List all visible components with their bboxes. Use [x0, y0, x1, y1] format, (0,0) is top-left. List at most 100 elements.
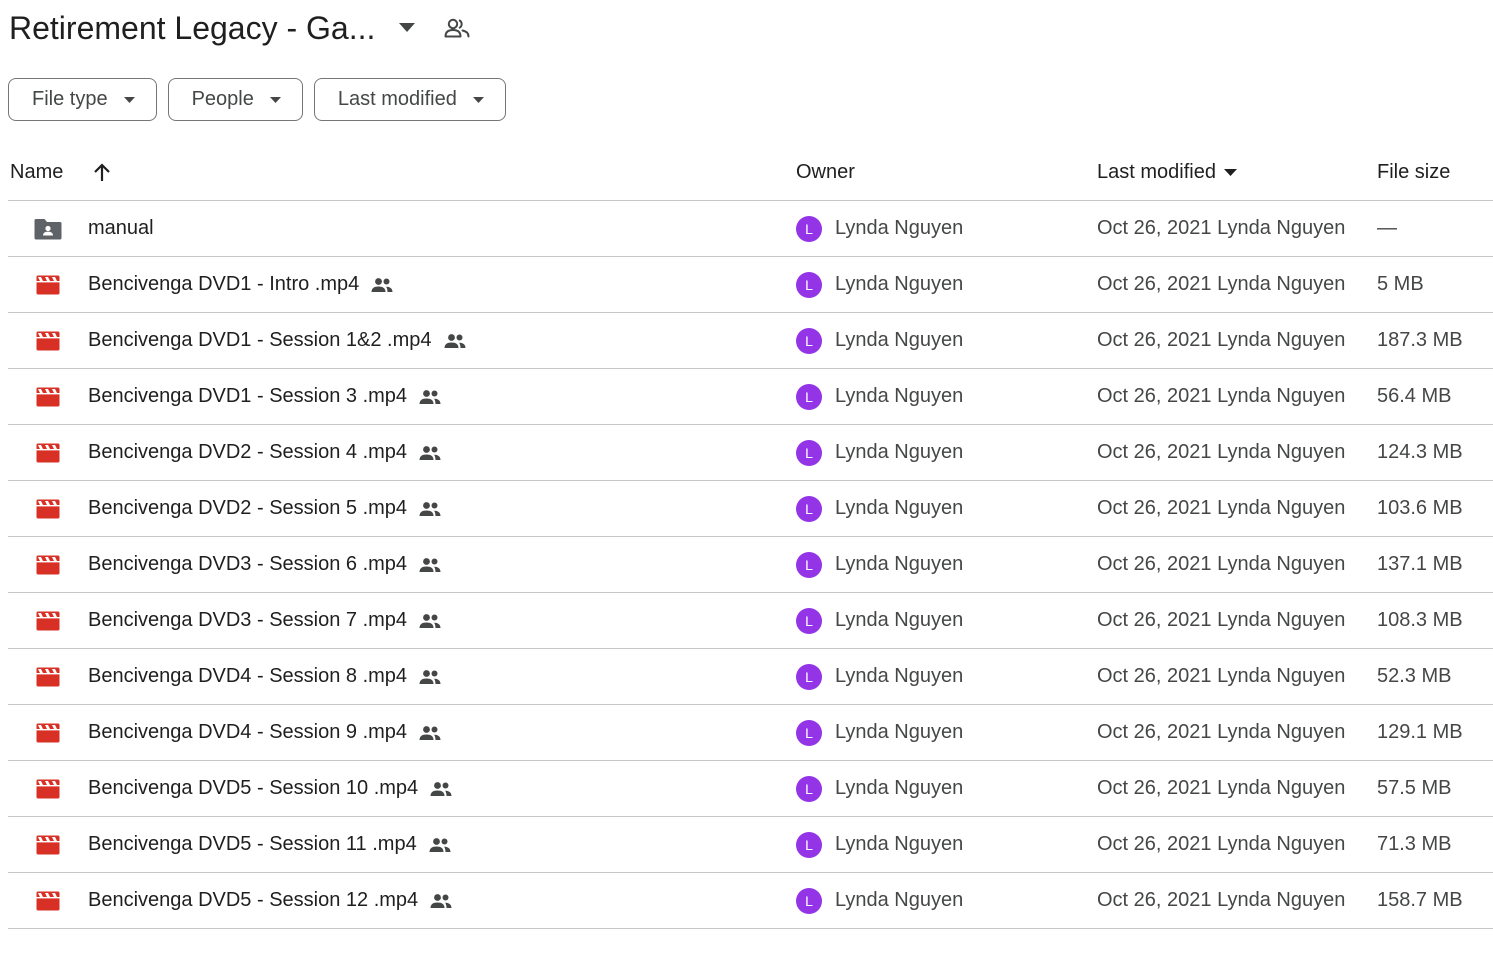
table-row[interactable]: Bencivenga DVD4 - Session 8 .mp4 L Lynda N…: [8, 649, 1493, 705]
file-name-cell[interactable]: Bencivenga DVD3 - Session 7 .mp4: [88, 593, 442, 648]
file-name: Bencivenga DVD1 - Session 1&2 .mp4: [88, 329, 432, 351]
file-name-cell[interactable]: manual: [88, 201, 154, 256]
file-name-cell[interactable]: Bencivenga DVD1 - Session 1&2 .mp4: [88, 313, 467, 368]
file-name: Bencivenga DVD4 - Session 9 .mp4: [88, 721, 408, 743]
name-column-header[interactable]: Name: [10, 145, 111, 200]
chip-label: File type: [32, 88, 108, 110]
owner-cell: L Lynda Nguyen: [796, 425, 963, 480]
last-modified-cell: Oct 26, 2021 Lynda Nguyen: [1097, 817, 1345, 872]
file-name-cell[interactable]: Bencivenga DVD5 - Session 11 .mp4: [88, 817, 452, 872]
shared-people-icon: [418, 557, 442, 573]
shared-people-icon: [428, 837, 452, 853]
file-name: Bencivenga DVD1 - Session 3 .mp4: [88, 385, 408, 407]
shared-people-icon: [370, 277, 394, 293]
video-file-icon: [34, 257, 62, 312]
file-size: 56.4 MB: [1377, 385, 1452, 407]
file-type-filter-chip[interactable]: File type: [8, 78, 157, 121]
table-row[interactable]: Bencivenga DVD3 - Session 6 .mp4 L Lynda N…: [8, 537, 1493, 593]
table-row[interactable]: Bencivenga DVD5 - Session 11 .mp4 L Lynda …: [8, 817, 1493, 873]
avatar: L: [796, 887, 822, 914]
avatar: L: [796, 327, 822, 354]
shared-people-icon: [429, 893, 453, 909]
file-size: 124.3 MB: [1377, 441, 1463, 463]
file-size: 5 MB: [1377, 273, 1424, 295]
last-modified-cell: Oct 26, 2021 Lynda Nguyen: [1097, 369, 1345, 424]
column-label: Last modified: [1097, 161, 1216, 183]
video-file-icon: [34, 593, 62, 648]
file-list: manual L Lynda Nguyen Oct 26, 2021 Lynda Ng…: [8, 201, 1493, 929]
table-row[interactable]: manual L Lynda Nguyen Oct 26, 2021 Lynda Ng…: [8, 201, 1493, 257]
owner-column-header[interactable]: Owner: [796, 145, 855, 200]
modified-text: Oct 26, 2021 Lynda Nguyen: [1097, 833, 1346, 855]
file-name-cell[interactable]: Bencivenga DVD1 - Session 3 .mp4: [88, 369, 442, 424]
table-row[interactable]: Bencivenga DVD1 - Session 1&2 .mp4 L Lynda…: [8, 313, 1493, 369]
owner-cell: L Lynda Nguyen: [796, 313, 963, 368]
avatar: L: [796, 271, 822, 298]
arrow-upward-icon[interactable]: [93, 163, 111, 182]
file-name-cell[interactable]: Bencivenga DVD2 - Session 5 .mp4: [88, 481, 442, 536]
file-size-cell: 124.3 MB: [1377, 425, 1463, 480]
file-size: —: [1377, 217, 1397, 239]
people-outline-icon[interactable]: [443, 14, 471, 42]
last-modified-filter-chip[interactable]: Last modified: [313, 78, 506, 121]
chip-label: Last modified: [337, 88, 457, 110]
last-modified-column-header[interactable]: Last modified: [1097, 145, 1237, 200]
owner-name: Lynda Nguyen: [835, 329, 964, 351]
file-size: 57.5 MB: [1377, 777, 1452, 799]
table-row[interactable]: Bencivenga DVD4 - Session 9 .mp4 L Lynda N…: [8, 705, 1493, 761]
file-name-cell[interactable]: Bencivenga DVD5 - Session 12 .mp4: [88, 873, 453, 928]
file-name-cell[interactable]: Bencivenga DVD4 - Session 9 .mp4: [88, 705, 442, 760]
file-name: Bencivenga DVD5 - Session 11 .mp4: [88, 833, 417, 855]
file-size: 108.3 MB: [1377, 609, 1463, 631]
video-file-icon: [34, 873, 62, 928]
last-modified-cell: Oct 26, 2021 Lynda Nguyen: [1097, 481, 1345, 536]
arrow-drop-down-icon[interactable]: [393, 14, 421, 42]
owner-cell: L Lynda Nguyen: [796, 705, 963, 760]
folder-header: Retirement Legacy - Ga...: [9, 6, 471, 50]
table-row[interactable]: Bencivenga DVD1 - Intro .mp4 L Lynda Nguye…: [8, 257, 1493, 313]
video-file-icon: [34, 817, 62, 872]
shared-people-icon: [418, 725, 442, 741]
owner-name: Lynda Nguyen: [835, 833, 964, 855]
file-name: manual: [88, 217, 154, 239]
modified-text: Oct 26, 2021 Lynda Nguyen: [1097, 385, 1346, 407]
file-name-cell[interactable]: Bencivenga DVD1 - Intro .mp4: [88, 257, 394, 312]
last-modified-cell: Oct 26, 2021 Lynda Nguyen: [1097, 537, 1345, 592]
file-size: 158.7 MB: [1377, 889, 1463, 911]
video-file-icon: [34, 705, 62, 760]
table-row[interactable]: Bencivenga DVD2 - Session 4 .mp4 L Lynda N…: [8, 425, 1493, 481]
video-file-icon: [34, 481, 62, 536]
file-size-cell: 56.4 MB: [1377, 369, 1451, 424]
file-name-cell[interactable]: Bencivenga DVD5 - Session 10 .mp4: [88, 761, 453, 816]
filter-bar: File type People Last modified: [8, 78, 506, 121]
shared-folder-icon: [34, 201, 62, 256]
file-name-cell[interactable]: Bencivenga DVD3 - Session 6 .mp4: [88, 537, 442, 592]
table-row[interactable]: Bencivenga DVD3 - Session 7 .mp4 L Lynda N…: [8, 593, 1493, 649]
folder-title[interactable]: Retirement Legacy - Ga...: [9, 8, 375, 48]
arrow-drop-down-icon[interactable]: [1223, 169, 1237, 176]
owner-cell: L Lynda Nguyen: [796, 761, 963, 816]
video-file-icon: [34, 425, 62, 480]
owner-cell: L Lynda Nguyen: [796, 257, 963, 312]
column-label: File size: [1377, 161, 1451, 183]
table-row[interactable]: Bencivenga DVD2 - Session 5 .mp4 L Lynda N…: [8, 481, 1493, 537]
column-label: Name: [10, 161, 64, 183]
video-file-icon: [34, 761, 62, 816]
file-size-cell: 103.6 MB: [1377, 481, 1463, 536]
file-name-cell[interactable]: Bencivenga DVD4 - Session 8 .mp4: [88, 649, 442, 704]
file-name-cell[interactable]: Bencivenga DVD2 - Session 4 .mp4: [88, 425, 442, 480]
people-filter-chip[interactable]: People: [167, 78, 303, 121]
last-modified-cell: Oct 26, 2021 Lynda Nguyen: [1097, 425, 1345, 480]
table-row[interactable]: Bencivenga DVD1 - Session 3 .mp4 L Lynda N…: [8, 369, 1493, 425]
file-name: Bencivenga DVD3 - Session 7 .mp4: [88, 609, 408, 631]
table-row[interactable]: Bencivenga DVD5 - Session 12 .mp4 L Lynda …: [8, 873, 1493, 929]
drive-folder-view: Retirement Legacy - Ga... File type Peop…: [0, 0, 1493, 954]
last-modified-cell: Oct 26, 2021 Lynda Nguyen: [1097, 201, 1345, 256]
modified-text: Oct 26, 2021 Lynda Nguyen: [1097, 665, 1346, 687]
modified-text: Oct 26, 2021 Lynda Nguyen: [1097, 777, 1346, 799]
chip-label: People: [191, 88, 254, 110]
table-row[interactable]: Bencivenga DVD5 - Session 10 .mp4 L Lynda …: [8, 761, 1493, 817]
avatar: L: [796, 775, 822, 802]
file-size-column-header[interactable]: File size: [1377, 145, 1450, 200]
modified-text: Oct 26, 2021 Lynda Nguyen: [1097, 553, 1346, 575]
